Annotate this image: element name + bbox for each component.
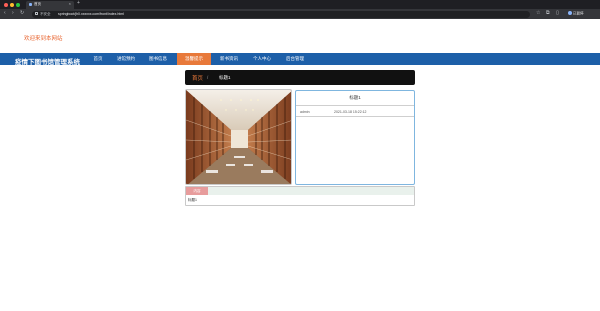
extensions-icon[interactable]: ⧉ <box>546 11 551 16</box>
nav-item-admin[interactable]: 后台管理 <box>283 53 307 65</box>
sidepanel-icon[interactable]: ▯ <box>556 11 561 16</box>
breadcrumb-home[interactable]: 首页 <box>192 74 203 82</box>
forward-button[interactable]: › <box>12 10 14 16</box>
detail-header: 内容 <box>186 187 414 195</box>
nav-item-tips[interactable]: 温馨提示 <box>177 53 211 65</box>
not-secure-icon <box>35 12 38 15</box>
avatar <box>568 11 572 15</box>
nav-item-profile[interactable]: 个人中心 <box>250 53 274 65</box>
nav-item-reservation[interactable]: 进馆预约 <box>114 53 138 65</box>
browser-tab[interactable]: 首页 × <box>26 1 74 9</box>
divider <box>296 116 414 117</box>
new-tab-button[interactable]: + <box>77 1 80 6</box>
library-interior-image <box>186 90 291 184</box>
address-bar[interactable]: 不安全 springboot/jh0.xxxxxx.com/front/inde… <box>32 10 530 18</box>
info-title: 标题1 <box>349 95 361 100</box>
divider <box>296 105 414 106</box>
reload-button[interactable]: ↻ <box>20 10 24 16</box>
library-photo <box>185 89 292 185</box>
site-title: 疫情下图书馆管理系统 <box>15 58 80 66</box>
welcome-text: 欢迎来到本网站 <box>24 36 63 42</box>
star-icon[interactable]: ☆ <box>536 11 541 16</box>
breadcrumb: 首页 / 标题1 <box>185 70 415 85</box>
info-author: admin <box>300 110 310 114</box>
browser-tab-bar: 首页 × + <box>0 0 600 9</box>
back-button[interactable]: ‹ <box>4 10 6 16</box>
nav-item-news[interactable]: 新书资讯 <box>217 53 241 65</box>
nav-item-books[interactable]: 图书信息 <box>146 53 170 65</box>
detail-content: 标题1 <box>188 198 197 202</box>
breadcrumb-current: 标题1 <box>219 74 231 80</box>
tab-close-icon[interactable]: × <box>69 1 71 6</box>
detail-panel: 内容 标题1 <box>185 186 415 206</box>
profile-label: 已暂停 <box>573 11 584 16</box>
tab-title: 首页 <box>34 2 41 6</box>
main-navbar: 疫情下图书馆管理系统 首页 进馆预约 图书信息 温馨提示 新书资讯 个人中心 后… <box>0 53 600 66</box>
url-text[interactable]: springboot/jh0.xxxxxx.com/front/index.ht… <box>58 12 124 16</box>
profile-button[interactable]: 已暂停 <box>568 11 584 17</box>
favicon-icon <box>29 3 32 6</box>
nav-item-home[interactable]: 首页 <box>90 53 106 65</box>
close-window-button[interactable] <box>4 2 8 7</box>
browser-toolbar: ‹ › ↻ 不安全 springboot/jh0.xxxxxx.com/fron… <box>0 9 600 19</box>
minimize-window-button[interactable] <box>10 2 14 7</box>
breadcrumb-separator: / <box>207 74 209 80</box>
info-card: 标题1 admin 2021-03-18 15:22:12 <box>295 90 415 185</box>
not-secure-label: 不安全 <box>40 12 51 17</box>
tab-content[interactable]: 内容 <box>186 187 208 195</box>
info-timestamp: 2021-03-18 15:22:12 <box>334 110 367 114</box>
zoom-window-button[interactable] <box>16 2 20 7</box>
